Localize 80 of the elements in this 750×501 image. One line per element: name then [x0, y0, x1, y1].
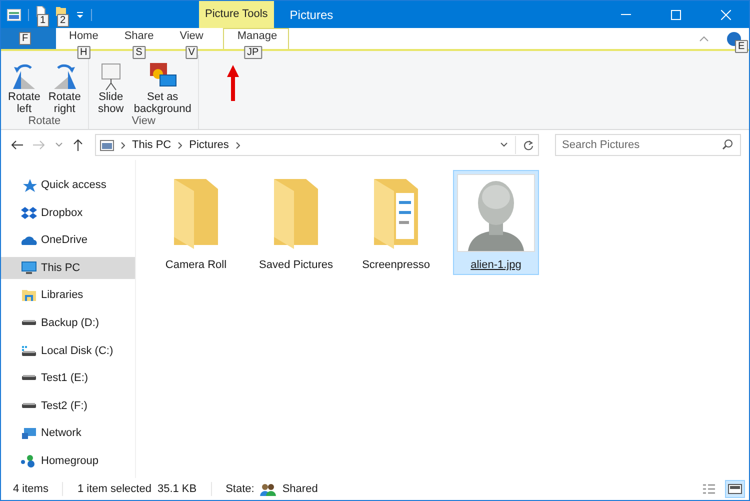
nav-item[interactable]: Backup (D:) [1, 312, 135, 334]
nav-item[interactable]: Libraries [1, 284, 135, 306]
back-icon[interactable] [11, 140, 23, 150]
monitor-icon [21, 260, 37, 275]
slideshow-button[interactable]: Slide show [92, 61, 129, 115]
people-icon [260, 482, 276, 496]
window-title: Pictures [290, 8, 334, 22]
drive-icon [21, 344, 37, 358]
nav-item[interactable]: Quick access [1, 174, 135, 196]
large-icons-view-icon [728, 483, 742, 495]
dropdown-icon[interactable] [500, 142, 508, 148]
item-count: 4 items [13, 483, 48, 495]
details-view-icon [702, 483, 716, 495]
nav-item[interactable]: Dropbox [1, 202, 135, 224]
collapse-ribbon-icon[interactable] [699, 36, 709, 42]
contextual-tab-header: Picture Tools [199, 1, 274, 28]
state-label: State: [226, 483, 254, 495]
keytip: H [77, 46, 90, 59]
refresh-icon[interactable] [523, 140, 534, 150]
recent-locations-icon[interactable] [55, 142, 63, 148]
minimize-icon [621, 14, 631, 15]
large-icons-view-button[interactable] [725, 480, 745, 498]
library-icon [21, 288, 37, 302]
folder-item[interactable]: Saved Pictures [253, 170, 339, 275]
nav-item[interactable]: Homegroup [1, 450, 135, 472]
breadcrumb[interactable]: This PC [132, 139, 172, 151]
breadcrumb[interactable]: Pictures [189, 139, 229, 151]
nav-item[interactable]: Network [1, 422, 135, 444]
keytip: S [132, 46, 146, 59]
up-icon[interactable] [73, 139, 83, 151]
group-label: Rotate [28, 115, 61, 127]
rotate-left-button[interactable]: Rotate left [5, 61, 44, 115]
selection-count: 1 item selected [77, 483, 152, 495]
selection-size: 35.1 KB [157, 483, 197, 495]
dropdown-icon[interactable] [76, 10, 84, 18]
star-icon [21, 178, 37, 192]
folder-item[interactable]: Screenpresso [353, 170, 439, 275]
folder-item[interactable]: Camera Roll [153, 170, 239, 275]
dropbox-icon [21, 206, 37, 220]
nav-item[interactable]: This PC [1, 256, 135, 279]
search-field[interactable]: Search Pictures [555, 134, 741, 156]
close-icon [721, 10, 731, 20]
keytip: V [185, 46, 198, 59]
rotate-right-button[interactable]: Rotate right [45, 61, 84, 115]
search-icon [722, 139, 733, 150]
nav-item[interactable]: Test2 (F:) [1, 394, 135, 417]
address-bar[interactable]: This PC Pictures [95, 134, 539, 156]
group-label: View [132, 115, 156, 127]
ribbon-tab[interactable]: Share [111, 28, 167, 49]
folder-icon[interactable] [56, 6, 66, 16]
drive-icon [21, 320, 37, 326]
keytip: F [19, 32, 32, 45]
maximize-icon [671, 10, 681, 20]
chevron-icon[interactable] [178, 142, 182, 148]
keytip: JP [244, 46, 262, 59]
pictures-icon [100, 140, 114, 150]
explorer-icon[interactable] [7, 8, 21, 20]
chevron-icon[interactable] [236, 142, 240, 148]
homegroup-icon [21, 454, 37, 468]
state-value: Shared [282, 483, 318, 495]
folder-icon [372, 177, 420, 249]
ribbon-tab[interactable]: View [166, 28, 216, 49]
nav-item[interactable]: Test1 (E:) [1, 367, 135, 390]
folder-icon [272, 177, 320, 249]
chevron-icon[interactable] [121, 142, 125, 148]
drive-icon [21, 402, 37, 409]
keytip: 2 [57, 14, 69, 26]
background-button[interactable]: Set as background [130, 61, 194, 115]
folder-icon [172, 177, 220, 249]
arrow-icon [227, 65, 239, 101]
drive-icon [21, 375, 37, 382]
ribbon-tab[interactable]: Manage [223, 28, 290, 49]
ribbon-tab[interactable]: Home [56, 28, 112, 49]
keytip: 1 [37, 14, 49, 26]
keytip: E [735, 40, 748, 52]
nav-item[interactable]: OneDrive [1, 229, 135, 252]
network-icon [21, 426, 37, 440]
file-item[interactable]: alien-1.jpg [453, 170, 539, 275]
nav-item[interactable]: Local Disk (C:) [1, 340, 135, 362]
file-tab[interactable]: F [1, 28, 56, 49]
